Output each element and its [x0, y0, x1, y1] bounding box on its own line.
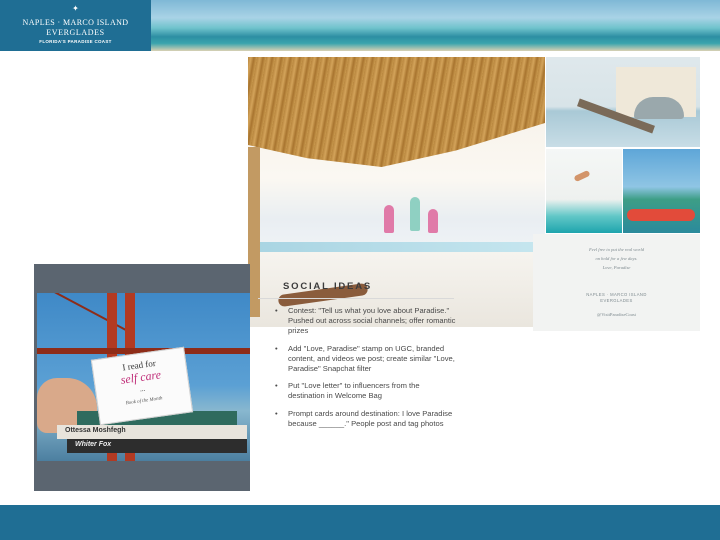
postcard-brand2: EVERGLADES	[600, 298, 633, 303]
bullet-icon: •	[275, 306, 278, 315]
logo-line2: EVERGLADES	[46, 28, 105, 37]
kayak	[627, 209, 695, 221]
person-figure	[410, 197, 420, 231]
logo[interactable]: ✦ NAPLES · MARCO ISLAND EVERGLADES FLORI…	[0, 0, 151, 51]
bullet-icon: •	[275, 381, 278, 391]
postcard-line3: Love, Paradise	[602, 265, 631, 270]
logo-mark-icon: ✦	[72, 4, 79, 13]
header: ✦ NAPLES · MARCO ISLAND EVERGLADES FLORI…	[0, 0, 720, 51]
idea-text: Contest: "Tell us what you love about Pa…	[288, 306, 456, 336]
logo-line1: NAPLES · MARCO ISLAND	[22, 18, 129, 27]
book-title: Ottessa Moshfegh	[65, 427, 126, 434]
book-title: Whiter Fox	[75, 441, 112, 448]
love-paradise-postcard: Feel free to put the real world on hold …	[533, 234, 700, 331]
idea-text: Prompt cards around destination: I love …	[288, 408, 453, 428]
book: Whiter Fox	[67, 439, 247, 453]
diver-figure	[573, 169, 591, 183]
list-item: • Prompt cards around destination: I love…	[258, 409, 458, 429]
divider	[258, 298, 454, 299]
person-figure	[428, 209, 438, 233]
social-ideas-title: SOCIAL IDEAS	[283, 281, 372, 292]
golden-gate-book-photo: Ottessa Moshfegh Whiter Fox I read for s…	[37, 293, 250, 461]
idea-text: Put "Love letter" to influencers from th…	[288, 381, 420, 401]
idea-text: Add "Love, Paradise" stamp on UGC, brand…	[288, 343, 455, 374]
book: Ottessa Moshfegh	[57, 425, 247, 439]
postcard-line2: on hold for a few days.	[595, 256, 638, 261]
resort-dome	[634, 97, 684, 119]
bullet-icon: •	[275, 408, 278, 418]
postcard-brand1: NAPLES · MARCO ISLAND	[586, 292, 647, 297]
footer-bar	[0, 505, 720, 540]
bullet-icon: •	[275, 343, 278, 353]
logo-tagline: FLORIDA'S PARADISE COAST	[39, 39, 112, 44]
postcard-footer: @VisitParadiseCoast	[597, 312, 636, 317]
social-ideas-list: • Contest: "Tell us what you love about P…	[258, 306, 458, 436]
person-figure	[384, 205, 394, 233]
resort-pool-photo	[546, 57, 700, 147]
i-read-for-self-care-card: I read for self care ... Book of the Mon…	[90, 346, 194, 426]
list-item: • Put "Love letter" to influencers from t…	[258, 381, 458, 401]
postcard-line1: Feel free to put the real world	[588, 247, 645, 252]
kayak-photo	[623, 149, 700, 233]
list-item: • Contest: "Tell us what you love about P…	[258, 306, 458, 337]
thatch-roof	[248, 57, 545, 167]
diving-photo	[546, 149, 622, 233]
list-item: • Add "Love, Paradise" stamp on UGC, bran…	[258, 344, 458, 375]
header-beach-banner	[151, 0, 720, 51]
